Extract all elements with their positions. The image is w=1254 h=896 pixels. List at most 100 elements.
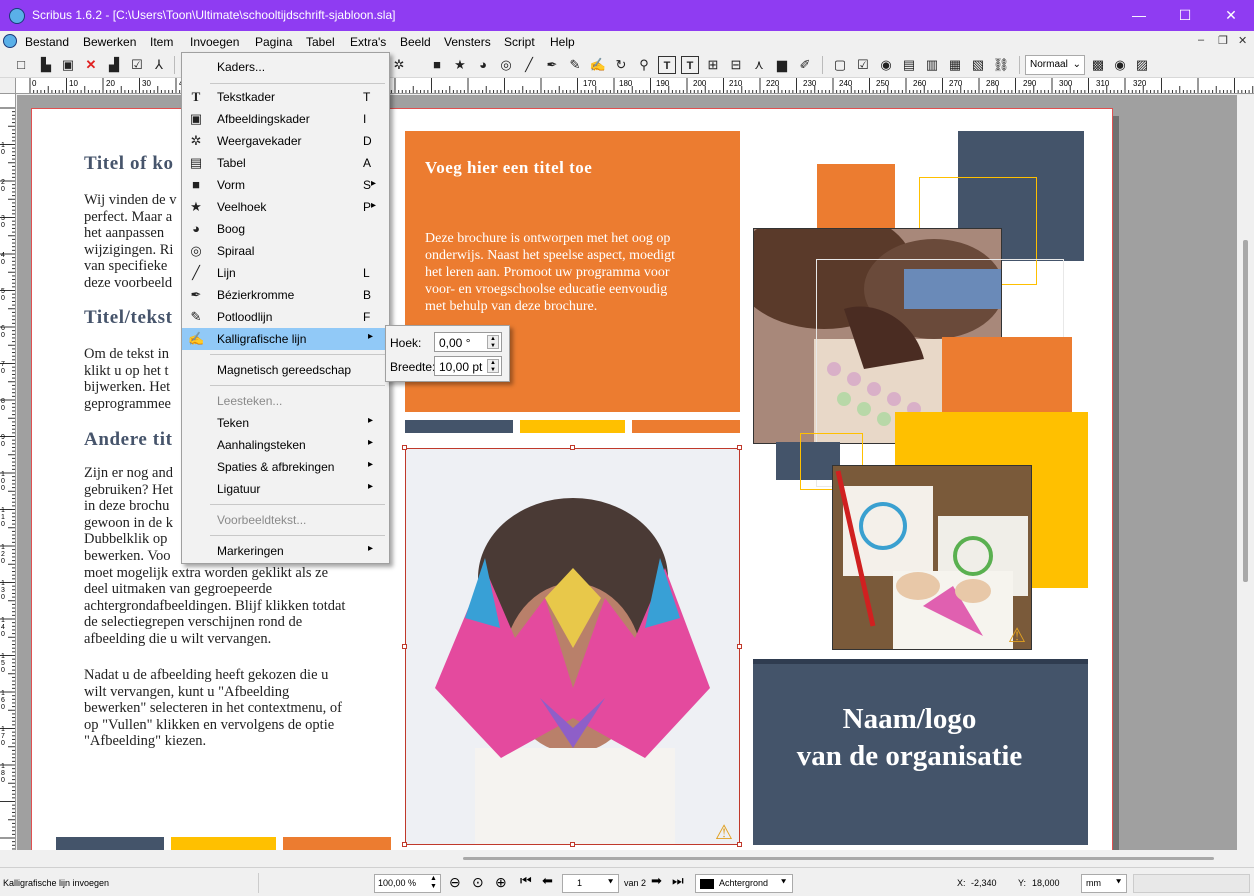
shape-tool-icon[interactable]: ■ [428,56,446,74]
menu-item-quote[interactable]: Aanhalingsteken ▸ [182,434,389,456]
menu-item-marks[interactable]: Markeringen ▸ [182,540,389,562]
doc-close-button[interactable]: ✕ [1238,34,1247,47]
menu-bestand[interactable]: Bestand [25,35,69,49]
preflight-check-icon[interactable]: ☑ [128,56,146,74]
edit-mode-icon[interactable]: ▨ [1133,56,1151,74]
horizontal-scrollbar[interactable] [17,850,1237,867]
menu-item-spaces[interactable]: Spaties & afbrekingen ▸ [182,456,389,478]
menu-item-spiral[interactable]: ◎ Spiraal [182,240,389,262]
orange-bar[interactable] [632,420,740,433]
last-page-icon[interactable]: ⏭ [672,873,684,889]
menu-invoegen[interactable]: Invoegen [190,35,239,49]
body-paragraph-2[interactable]: Om de tekst in klikt u op het t bijwerke… [84,346,171,412]
angle-input[interactable]: 0,00 ° ▲ ▼ [434,332,502,352]
export-pdf-icon[interactable]: ⅄ [150,56,168,74]
polygon-tool-icon[interactable]: ★ [451,56,469,74]
spinner-arrows-icon[interactable]: ▲ ▼ [487,335,499,349]
orange-square[interactable] [817,164,895,234]
menu-bewerken[interactable]: Bewerken [83,35,136,49]
selection-handle[interactable] [402,445,407,450]
spinner-arrows-icon[interactable]: ▲ ▼ [487,359,499,373]
color-preview-icon[interactable]: ▩ [1089,56,1107,74]
menu-item-line[interactable]: ╱ Lijn L [182,262,389,284]
menu-tabel[interactable]: Tabel [306,35,335,49]
body-paragraph-1[interactable]: Wij vinden de v perfect. Maar a het aanp… [84,192,176,292]
unlink-frames-icon[interactable]: ⊟ [727,56,745,74]
close-window-button[interactable]: ✕ [1208,0,1254,31]
menu-item-magnetic-tool[interactable]: Magnetisch gereedschap [182,359,389,381]
chevron-down-icon[interactable]: ⯆ [607,877,614,888]
menu-item-polygon[interactable]: ★ Veelhoek P ▸ [182,196,389,218]
maximize-button[interactable]: ☐ [1162,0,1208,31]
chevron-down-icon[interactable]: ⯆ [780,877,787,888]
selection-handle[interactable] [570,842,575,847]
selection-handle[interactable] [402,644,407,649]
pdf-listbox-icon[interactable]: ▦ [946,56,964,74]
pdf-checkbox-icon[interactable]: ☑ [854,56,872,74]
menu-item-render-frame[interactable]: ✲ Weergavekader D [182,130,389,152]
navy-bar[interactable] [405,420,513,433]
vertical-ruler[interactable]: 10 20 30 40 50 60 70 80 90 100 110 120 130 140 150 160 1… [0,94,16,850]
chevron-down-icon[interactable]: ⯆ [1115,877,1122,888]
drawing-kids-photo[interactable]: ⚠ [832,465,1032,650]
spiral-tool-icon[interactable]: ◎ [497,56,515,74]
freehand-tool-icon[interactable]: ✎ [566,56,584,74]
menu-vensters[interactable]: Vensters [444,35,491,49]
body-paragraph-5[interactable]: Nadat u de afbeelding heeft gekozen die … [84,667,342,750]
menu-script[interactable]: Script [504,35,535,49]
menu-item-calligraphic-line[interactable]: ✍ Kalligrafische lijn ▸ [182,328,389,350]
measure-tool-icon[interactable]: ⋏ [750,56,768,74]
bezier-tool-icon[interactable]: ✒ [543,56,561,74]
menu-item-arc[interactable]: ◕ Boog [182,218,389,240]
horizontal-scroll-thumb[interactable] [463,857,1214,860]
menu-item-image-frame[interactable]: ▣ Afbeeldingskader I [182,108,389,130]
menu-item-text-frame[interactable]: T Tekstkader T [182,86,389,108]
zoom-in-icon[interactable]: ⊕ [495,874,507,891]
preview-eye-icon[interactable]: ◉ [1111,56,1129,74]
next-page-icon[interactable]: ➡ [651,873,662,889]
unit-select[interactable]: mm ⯆ [1081,874,1127,893]
menu-item-shape[interactable]: ■ Vorm S ▸ [182,174,389,196]
eyedropper-icon[interactable]: ✐ [796,56,814,74]
pdf-link-icon[interactable]: ⛓ [992,56,1010,74]
vertical-scroll-thumb[interactable] [1243,240,1248,582]
ruler-corner[interactable] [0,78,16,94]
zoom-tool-icon[interactable]: ⚲ [635,56,653,74]
menu-beeld[interactable]: Beeld [400,35,431,49]
gold-bar[interactable] [520,420,625,433]
menu-item-table[interactable]: ▤ Tabel A [182,152,389,174]
menu-extras[interactable]: Extra's [350,35,386,49]
zoom-spinner-icon[interactable]: ▲ ▼ [430,875,437,891]
doc-minimize-button[interactable]: ‒ [1198,34,1204,46]
view-mode-select[interactable]: Normaal ⌄ [1025,55,1085,75]
selection-handle[interactable] [737,445,742,450]
previous-page-icon[interactable]: ⬅ [542,873,553,889]
calligraphy-tool-icon[interactable]: ✍ [589,56,607,74]
menu-item-character[interactable]: Teken ▸ [182,412,389,434]
selection-handle[interactable] [737,644,742,649]
orange-bar[interactable] [283,837,391,850]
minimize-button[interactable]: — [1116,0,1162,31]
pdf-radio-icon[interactable]: ◉ [877,56,895,74]
heading-other[interactable]: Andere tit [84,429,173,451]
width-input[interactable]: 10,00 pt ▲ ▼ [434,356,502,376]
arc-tool-icon[interactable]: ◕ [474,56,492,74]
open-folder-icon[interactable]: ▙ [37,56,55,74]
print-icon[interactable]: ▟ [105,56,123,74]
edit-text-tool-icon[interactable]: T [658,56,676,74]
story-editor-icon[interactable]: T [681,56,699,74]
layer-select[interactable]: Achtergrond ⯆ [695,874,793,893]
doc-restore-button[interactable]: ❐ [1218,34,1228,47]
gear-tool-icon[interactable]: ✲ [390,56,408,74]
selection-handle[interactable] [570,445,575,450]
rotate-tool-icon[interactable]: ↻ [612,56,630,74]
organization-name-frame[interactable]: Naam/logo van de organisatie [753,659,1088,845]
new-document-icon[interactable]: □ [12,56,30,74]
menu-item-freehand[interactable]: ✎ Potloodlijn F [182,306,389,328]
first-page-icon[interactable]: ⏮ [520,873,532,889]
menu-item-bezier[interactable]: ✒ Bézierkromme B [182,284,389,306]
heading-title[interactable]: Titel of ko [84,153,174,175]
menu-help[interactable]: Help [550,35,575,49]
close-document-icon[interactable]: ✕ [82,56,100,74]
navy-bar[interactable] [56,837,164,850]
